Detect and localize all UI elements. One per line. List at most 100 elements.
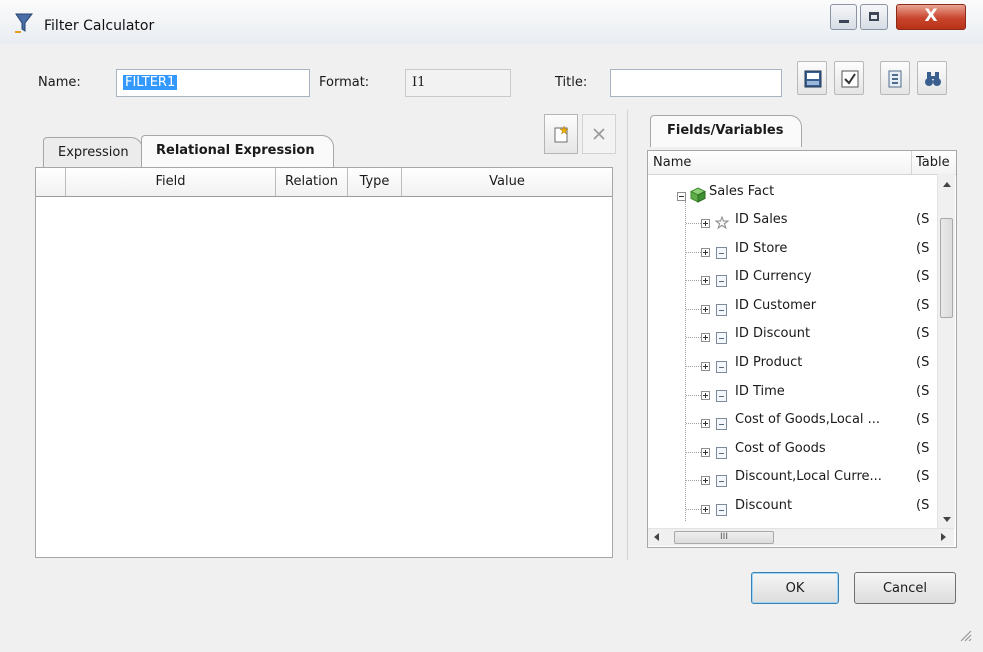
tree-node-label: ID Store: [735, 240, 788, 256]
row-header-corner: [36, 168, 66, 196]
format-field: I1: [405, 69, 511, 97]
close-button[interactable]: X: [896, 4, 966, 30]
name-label: Name:: [38, 75, 81, 90]
field-icon: [716, 303, 727, 316]
field-icon: [716, 246, 727, 259]
expand-icon[interactable]: [701, 390, 710, 400]
field-icon: [716, 275, 727, 288]
maximize-button[interactable]: [860, 4, 888, 30]
tree-node-field[interactable]: Discount,Local Curre... (S: [648, 464, 938, 492]
horizontal-scroll-thumb[interactable]: III: [674, 531, 774, 544]
scroll-up-icon[interactable]: [943, 182, 951, 187]
field-icon: [716, 475, 727, 488]
tree-connector: [686, 308, 701, 310]
tree-node-label: Discount,Local Curre...: [735, 469, 882, 485]
column-separator: [911, 151, 912, 174]
tree-node-table: (S: [916, 240, 930, 256]
collapse-icon[interactable]: [677, 192, 686, 201]
expand-icon[interactable]: [701, 362, 710, 371]
expand-icon[interactable]: [701, 505, 710, 514]
expand-icon[interactable]: [701, 219, 710, 228]
tree-node-field[interactable]: ID Sales (S: [648, 207, 938, 235]
tree-node-table: (S: [916, 269, 930, 285]
scroll-left-icon[interactable]: [654, 533, 659, 541]
find-button[interactable]: [917, 61, 947, 95]
tree-node-field[interactable]: ID Discount (S: [648, 321, 938, 349]
window-title: Filter Calculator: [44, 18, 155, 34]
tree-column-table[interactable]: Table: [916, 155, 950, 170]
tab-expression[interactable]: Expression: [43, 137, 143, 167]
export-button[interactable]: [880, 61, 910, 95]
delete-icon: [593, 128, 605, 140]
tree-node-label: Cost of Goods: [735, 440, 826, 456]
tree-node-sales-fact[interactable]: Sales Fact: [648, 179, 938, 207]
tree-node-table: (S: [916, 469, 930, 485]
expand-icon[interactable]: [701, 447, 710, 457]
tab-fields-variables[interactable]: Fields/Variables: [650, 115, 802, 147]
column-header-field[interactable]: Field: [66, 168, 276, 196]
tree-node-field[interactable]: Cost of Goods,Local ... (S: [648, 407, 938, 435]
format-label: Format:: [319, 75, 370, 90]
tree-column-name[interactable]: Name: [653, 155, 691, 170]
tree-node-field[interactable]: ID Time (S: [648, 379, 938, 407]
expand-icon[interactable]: [701, 419, 710, 429]
field-icon: [716, 332, 727, 345]
tree-connector: [686, 480, 701, 482]
tree-node-label: ID Currency: [735, 269, 812, 285]
tree-node-table: (S: [916, 412, 930, 428]
tree-node-table: (S: [916, 498, 930, 513]
tree-vertical-scrollbar[interactable]: [937, 174, 955, 528]
validate-button[interactable]: [834, 61, 864, 95]
export-icon: [888, 70, 902, 88]
scroll-right-icon[interactable]: [941, 533, 946, 541]
expand-icon[interactable]: [701, 247, 710, 257]
tree-node-table: (S: [916, 326, 930, 342]
expand-icon[interactable]: [701, 476, 710, 486]
tree-node-field[interactable]: Cost of Goods (S: [648, 436, 938, 464]
expand-icon[interactable]: [701, 276, 710, 286]
tree-connector: [686, 337, 701, 339]
tree-node-label: ID Customer: [735, 297, 817, 313]
column-header-value[interactable]: Value: [402, 168, 612, 196]
expand-icon[interactable]: [701, 333, 710, 343]
column-header-relation[interactable]: Relation: [276, 168, 348, 196]
tree-node-label: ID Discount: [735, 326, 811, 342]
name-input-value: FILTER1: [123, 75, 178, 90]
tree-connector: [686, 223, 701, 224]
expand-icon[interactable]: [701, 304, 710, 314]
sql-button[interactable]: [797, 61, 827, 95]
tree-node-field[interactable]: Discount (S: [648, 493, 938, 521]
new-item-icon: [554, 125, 569, 143]
column-header-type[interactable]: Type: [348, 168, 402, 196]
tree-node-field[interactable]: ID Product (S: [648, 350, 938, 378]
tree-node-label: ID Time: [735, 383, 785, 399]
tree-node-table: (S: [916, 355, 930, 370]
name-input[interactable]: FILTER1: [116, 69, 310, 97]
tree-connector: [686, 251, 701, 253]
tab-relational-expression[interactable]: Relational Expression: [141, 135, 334, 167]
tree-horizontal-scrollbar[interactable]: III: [648, 528, 954, 546]
scroll-down-icon[interactable]: [943, 517, 951, 522]
vertical-scroll-thumb[interactable]: [940, 218, 953, 318]
tree-node-field[interactable]: ID Store (S: [648, 236, 938, 264]
tree-connector: [686, 423, 701, 425]
title-input[interactable]: [610, 69, 782, 97]
tree-node-label: Sales Fact: [709, 184, 775, 199]
ok-button[interactable]: OK: [751, 572, 839, 604]
tree-node-label: ID Sales: [735, 212, 788, 227]
cancel-button[interactable]: Cancel: [854, 572, 956, 604]
title-label: Title:: [555, 75, 588, 90]
new-condition-button[interactable]: [544, 114, 578, 154]
tree-node-field[interactable]: ID Currency (S: [648, 264, 938, 292]
relational-expression-grid[interactable]: Field Relation Type Value: [35, 167, 613, 558]
tree-node-field[interactable]: ID Customer (S: [648, 293, 938, 321]
delete-condition-button[interactable]: [582, 114, 616, 154]
tree-connector: [686, 366, 701, 367]
field-icon: [716, 418, 727, 431]
tree-header: Name Table: [648, 151, 956, 175]
title-bar[interactable]: Filter Calculator X: [0, 0, 983, 44]
resize-grip-icon[interactable]: [958, 628, 972, 642]
fields-tree[interactable]: Name Table Sales Fact ID Sales (S ID Store…: [647, 150, 957, 548]
minimize-button[interactable]: [830, 4, 857, 30]
tree-connector: [686, 394, 701, 396]
